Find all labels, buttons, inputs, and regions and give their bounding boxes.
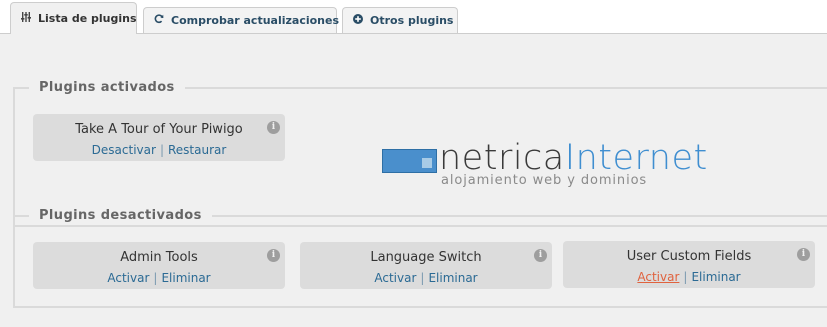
sliders-icon [21, 12, 31, 25]
logo-brand-part1: netrica [439, 138, 565, 178]
plugin-card: Take A Tour of Your Piwigo i Desactivar |… [33, 114, 285, 161]
info-icon[interactable]: i [534, 249, 547, 262]
activate-link[interactable]: Activar [374, 271, 416, 285]
plugin-actions: Activar | Eliminar [563, 270, 815, 285]
activate-link[interactable]: Activar [107, 271, 149, 285]
plugin-card: User Custom Fields i Activar | Eliminar [563, 241, 815, 288]
info-icon[interactable]: i [267, 121, 280, 134]
section-legend: Plugins activados [29, 79, 185, 97]
info-icon[interactable]: i [267, 249, 280, 262]
tab-plugin-list[interactable]: Lista de plugins [10, 2, 137, 34]
separator: | [420, 271, 425, 285]
section-legend: Plugins desactivados [29, 207, 212, 225]
delete-link[interactable]: Eliminar [691, 270, 740, 284]
tab-bar: Lista de plugins Comprobar actualizacion… [0, 0, 827, 34]
netrica-internet-logo: netricaInternet alojamiento web y domini… [380, 138, 720, 190]
plugin-name: User Custom Fields [626, 249, 752, 264]
separator: | [153, 271, 158, 285]
plugin-name: Take A Tour of Your Piwigo [75, 122, 243, 137]
tab-other-plugins[interactable]: Otros plugins [342, 7, 458, 33]
separator: | [159, 143, 164, 157]
plugin-actions: Activar | Eliminar [300, 271, 552, 286]
tab-label: Otros plugins [370, 14, 454, 27]
tab-label: Lista de plugins [38, 12, 137, 25]
plus-circle-icon [353, 14, 363, 27]
tab-check-updates[interactable]: Comprobar actualizaciones [143, 7, 340, 33]
refresh-icon [154, 14, 164, 27]
deactivate-link[interactable]: Desactivar [92, 143, 156, 157]
info-icon[interactable]: i [797, 248, 810, 261]
plugin-name: Language Switch [370, 250, 482, 265]
plugin-card: Admin Tools i Activar | Eliminar [33, 242, 285, 289]
plugin-card: Language Switch i Activar | Eliminar [300, 242, 552, 289]
activate-link[interactable]: Activar [637, 270, 679, 284]
logo-block-icon [382, 149, 437, 173]
tab-label: Comprobar actualizaciones [171, 14, 340, 27]
separator: | [683, 270, 688, 284]
delete-link[interactable]: Eliminar [428, 271, 477, 285]
logo-brand-part2: Internet [564, 138, 708, 178]
delete-link[interactable]: Eliminar [161, 271, 210, 285]
logo-tagline: alojamiento web y dominios [441, 173, 648, 188]
plugin-name: Admin Tools [120, 250, 198, 265]
plugin-actions: Desactivar | Restaurar [33, 143, 285, 158]
plugin-actions: Activar | Eliminar [33, 271, 285, 286]
restore-link[interactable]: Restaurar [168, 143, 226, 157]
